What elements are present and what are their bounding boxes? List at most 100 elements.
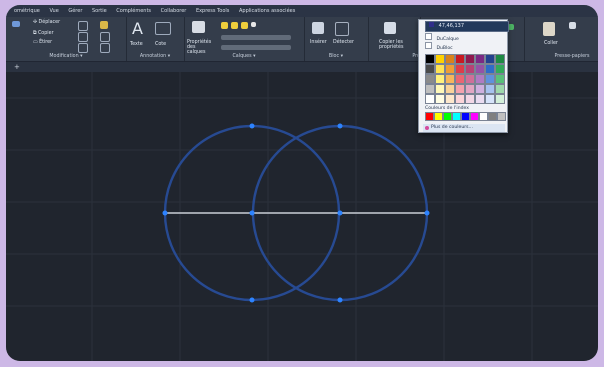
selected-color-field[interactable]: 47,46,137 [425, 21, 509, 32]
layers-panel-title[interactable]: Calques ▾ [184, 54, 304, 59]
color-swatch[interactable] [443, 112, 452, 121]
color-swatch[interactable] [475, 74, 485, 84]
menu-item-2[interactable]: Gérer [68, 5, 82, 17]
color-dropdown[interactable]: 47,46,137 DuCalque DuBloc Couleurs de l'… [418, 19, 509, 133]
color-swatch[interactable] [425, 74, 435, 84]
color-swatch[interactable] [452, 112, 461, 121]
option-byblock[interactable]: DuBloc [425, 42, 504, 51]
grip-point[interactable] [249, 123, 255, 129]
color-swatch[interactable] [445, 64, 455, 74]
color-swatch[interactable] [485, 84, 495, 94]
color-swatch[interactable] [425, 64, 435, 74]
mirror-icon[interactable] [78, 32, 88, 42]
draw-icon[interactable] [12, 21, 20, 27]
color-swatch[interactable] [425, 112, 434, 121]
text-icon[interactable]: A [132, 19, 143, 38]
annotation-panel-title[interactable]: Annotation ▾ [126, 54, 184, 59]
detect-icon[interactable] [335, 22, 349, 36]
color-swatch[interactable] [445, 74, 455, 84]
color-swatch[interactable] [434, 112, 443, 121]
layer-lock-icon[interactable] [241, 22, 248, 29]
add-tab-icon[interactable]: + [14, 63, 20, 71]
rotate-icon[interactable] [78, 21, 88, 31]
color-swatch[interactable] [495, 74, 505, 84]
color-swatch[interactable] [465, 54, 475, 64]
color-swatch[interactable] [465, 64, 475, 74]
color-swatch[interactable] [485, 74, 495, 84]
color-swatch[interactable] [435, 84, 445, 94]
color-swatch[interactable] [475, 84, 485, 94]
color-swatch[interactable] [435, 54, 445, 64]
color-swatch[interactable] [475, 94, 485, 104]
color-swatch[interactable] [445, 54, 455, 64]
grip-point[interactable] [162, 210, 168, 216]
array-icon[interactable] [100, 43, 110, 53]
menu-item-4[interactable]: Compléments [116, 5, 151, 17]
layer-on-icon[interactable] [221, 22, 228, 29]
match-properties-label[interactable]: Copier les propriétés [379, 40, 409, 50]
stretch-button[interactable]: ▭ Étirer [33, 40, 52, 45]
detect-label[interactable]: Détecter [333, 40, 354, 45]
color-swatch[interactable] [495, 94, 505, 104]
color-swatch[interactable] [479, 112, 488, 121]
copy-button[interactable]: ⧉ Copier [33, 30, 54, 36]
layer-color-icon[interactable] [251, 22, 256, 27]
color-swatch[interactable] [495, 64, 505, 74]
paste-icon[interactable] [543, 22, 555, 36]
layer-freeze-icon[interactable] [231, 22, 238, 29]
menu-item-1[interactable]: Vue [49, 5, 58, 17]
color-swatch[interactable] [485, 94, 495, 104]
match-properties-icon[interactable] [384, 22, 396, 34]
insert-label[interactable]: Insérer [310, 40, 327, 45]
color-swatch[interactable] [497, 112, 506, 121]
color-swatch[interactable] [455, 84, 465, 94]
color-swatch[interactable] [455, 54, 465, 64]
layer-properties-icon[interactable] [192, 21, 205, 33]
color-swatch[interactable] [445, 84, 455, 94]
modify-panel-title[interactable]: Modification ▾ [6, 54, 126, 59]
grip-point[interactable] [424, 210, 430, 216]
menu-item-3[interactable]: Sortie [92, 5, 107, 17]
layer-state-row[interactable] [221, 45, 291, 50]
menu-item-6[interactable]: Express Tools [196, 5, 229, 17]
grip-point[interactable] [249, 297, 255, 303]
grip-point[interactable] [337, 123, 343, 129]
color-swatch[interactable] [485, 64, 495, 74]
color-swatch[interactable] [425, 84, 435, 94]
grip-point[interactable] [337, 210, 343, 216]
color-swatch[interactable] [435, 94, 445, 104]
grip-point[interactable] [249, 210, 255, 216]
copy-clip-icon[interactable] [569, 22, 576, 29]
color-swatch[interactable] [495, 84, 505, 94]
color-swatch[interactable] [475, 64, 485, 74]
menu-item-0[interactable]: ométrique [14, 5, 40, 17]
menu-item-7[interactable]: Applications associées [239, 5, 295, 17]
properties-panel-title[interactable]: Pro [368, 54, 422, 59]
color-swatch[interactable] [488, 112, 497, 121]
color-swatch[interactable] [455, 94, 465, 104]
color-swatch[interactable] [435, 64, 445, 74]
dimension-icon[interactable] [155, 22, 171, 35]
color-swatch[interactable] [461, 112, 470, 121]
color-swatch[interactable] [470, 112, 479, 121]
color-swatch[interactable] [465, 94, 475, 104]
option-bylayer[interactable]: DuCalque [425, 33, 504, 42]
color-swatch[interactable] [455, 74, 465, 84]
insert-icon[interactable] [312, 22, 324, 34]
color-swatch[interactable] [485, 54, 495, 64]
color-swatch[interactable] [425, 54, 435, 64]
color-swatch[interactable] [455, 64, 465, 74]
scale-icon[interactable] [78, 43, 88, 53]
layer-properties-label[interactable]: Propriétés des calques [187, 40, 215, 55]
more-colors-button[interactable]: Plus de couleurs... [423, 124, 505, 132]
fillet-icon[interactable] [100, 32, 110, 42]
color-swatch[interactable] [475, 54, 485, 64]
dimension-label[interactable]: Cote [155, 42, 166, 47]
color-swatch[interactable] [465, 84, 475, 94]
trim-icon[interactable] [100, 21, 108, 29]
block-panel-title[interactable]: Bloc ▾ [304, 54, 368, 59]
text-label[interactable]: Texte [130, 42, 143, 47]
menu-item-5[interactable]: Collaborer [161, 5, 187, 17]
color-swatch[interactable] [495, 54, 505, 64]
color-swatch[interactable] [425, 94, 435, 104]
